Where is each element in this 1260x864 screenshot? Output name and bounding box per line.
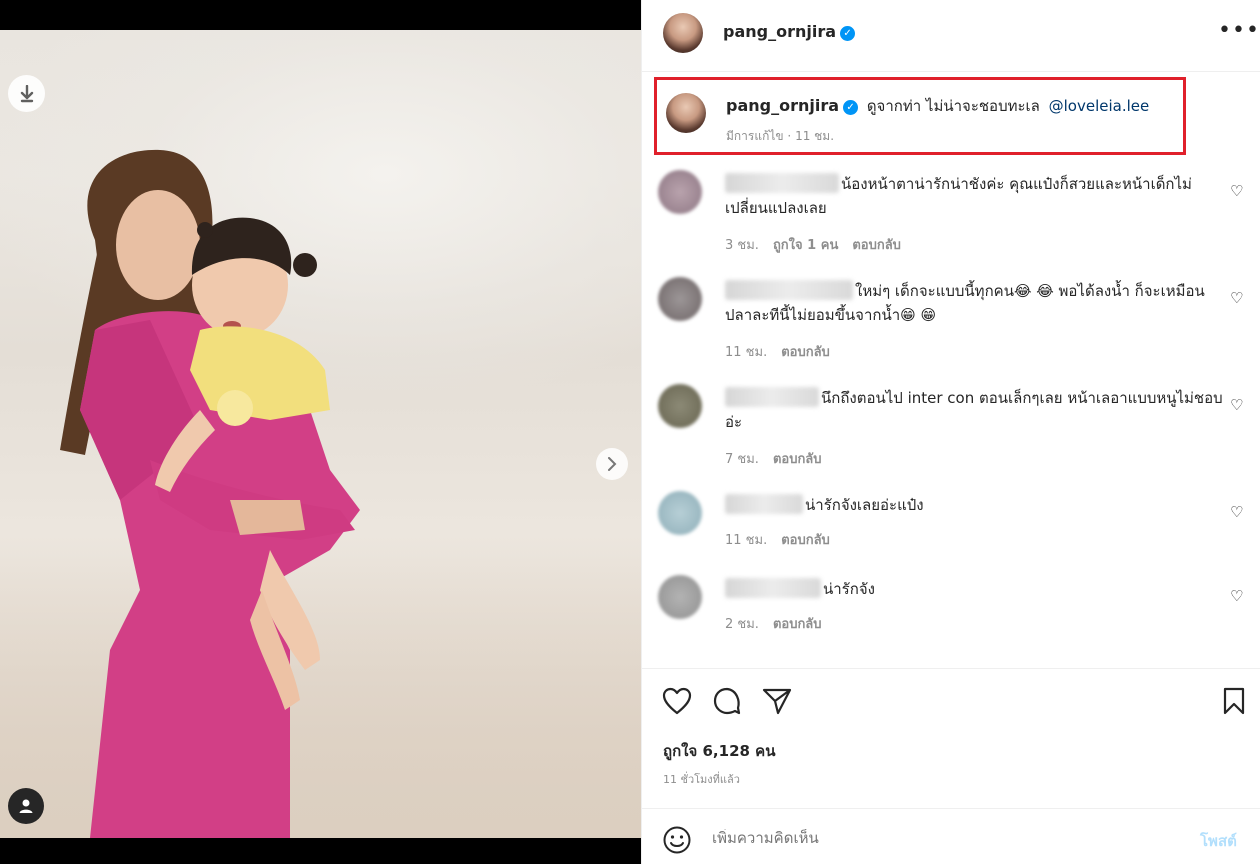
post-timestamp[interactable]: 11 ชั่วโมงที่แล้ว — [663, 770, 740, 788]
instagram-post-view: pang_ornjira ✓ ••• pang_ornjira ✓ ดูจากท่า… — [0, 0, 1260, 864]
comment-composer: โพสต์ — [642, 808, 1260, 864]
more-options-icon[interactable]: ••• — [1218, 18, 1260, 43]
comment-bubble-icon[interactable] — [711, 685, 743, 717]
comment-meta: 11 ชม. ตอบกลับ — [725, 341, 844, 362]
add-comment-input[interactable] — [712, 829, 1172, 847]
comment-body: นึกถึงตอนไป inter con ตอนเล็กๆเลย หน้าเล… — [725, 386, 1225, 434]
like-heart-icon[interactable] — [661, 685, 693, 717]
comment-text: น่ารักจังเลยอ่ะแป๋ง — [805, 496, 924, 514]
verified-badge-icon: ✓ — [840, 26, 856, 41]
comment-body: น้องหน้าตาน่ารักน่าชังค่ะ คุณแป๋งก็สวยแล… — [725, 172, 1225, 220]
save-bookmark-icon[interactable] — [1218, 685, 1250, 717]
caption-text: ดูจากท่า ไม่น่าจะชอบทะเล — [866, 97, 1040, 115]
comment-meta: 2 ชม. ตอบกลับ — [725, 613, 836, 634]
media-viewer — [0, 0, 641, 864]
commenter-avatar[interactable] — [658, 170, 702, 214]
comment-meta: 3 ชม. ถูกใจ 1 คน ตอบกลับ — [725, 234, 915, 255]
caption-line: pang_ornjira ✓ ดูจากท่า ไม่น่าจะชอบทะเล @… — [726, 94, 1149, 118]
comment-time[interactable]: 7 ชม. — [725, 452, 759, 467]
post-detail-panel: pang_ornjira ✓ ••• pang_ornjira ✓ ดูจากท่า… — [641, 0, 1260, 864]
tagged-users-button[interactable] — [8, 788, 44, 824]
commenter-avatar[interactable] — [658, 575, 702, 619]
post-header: pang_ornjira ✓ ••• — [642, 0, 1260, 72]
next-slide-button[interactable] — [596, 448, 628, 480]
caption-highlight: pang_ornjira ✓ ดูจากท่า ไม่น่าจะชอบทะเล @… — [654, 77, 1186, 155]
caption-meta: มีการแก้ไข · 11 ชม. — [726, 129, 835, 143]
emoji-smiley-icon[interactable] — [662, 825, 692, 855]
comment-text: น่ารักจัง — [823, 580, 875, 598]
author-avatar[interactable] — [663, 13, 703, 53]
download-button[interactable] — [8, 75, 45, 112]
like-comment-heart-icon[interactable]: ♡ — [1230, 182, 1243, 200]
commenter-username-blurred[interactable] — [725, 173, 839, 193]
commenter-avatar[interactable] — [658, 277, 702, 321]
edited-label: มีการแก้ไข — [726, 129, 784, 143]
user-tag-icon — [19, 799, 33, 813]
caption-author-avatar[interactable] — [666, 93, 706, 133]
reply-button[interactable]: ตอบกลับ — [773, 452, 822, 467]
commenter-username-blurred[interactable] — [725, 578, 821, 598]
commenter-username-blurred[interactable] — [725, 494, 803, 514]
post-actions-section: ถูกใจ 6,128 คน 11 ชั่วโมงที่แล้ว — [642, 668, 1260, 808]
post-comment-button[interactable]: โพสต์ — [1200, 829, 1237, 853]
commenter-avatar[interactable] — [658, 491, 702, 535]
commenter-username-blurred[interactable] — [725, 280, 853, 300]
like-comment-heart-icon[interactable]: ♡ — [1230, 503, 1243, 521]
like-count[interactable]: ถูกใจ 6,128 คน — [663, 739, 775, 763]
author-username[interactable]: pang_ornjira ✓ — [723, 22, 856, 41]
comment-meta: 11 ชม. ตอบกลับ — [725, 529, 844, 550]
download-arrow-icon — [20, 84, 33, 102]
comment-meta: 7 ชม. ตอบกลับ — [725, 448, 836, 469]
comment-likes[interactable]: ถูกใจ 1 คน — [773, 238, 838, 253]
caption-username[interactable]: pang_ornjira — [726, 96, 839, 115]
reply-button[interactable]: ตอบกลับ — [781, 345, 830, 360]
like-comment-heart-icon[interactable]: ♡ — [1230, 396, 1243, 414]
like-comment-heart-icon[interactable]: ♡ — [1230, 289, 1243, 307]
comment-time[interactable]: 11 ชม. — [725, 345, 767, 360]
caption-time[interactable]: 11 ชม. — [795, 129, 834, 143]
caption-mention-link[interactable]: @loveleia.lee — [1049, 97, 1150, 115]
commenter-username-blurred[interactable] — [725, 387, 819, 407]
post-photo[interactable] — [0, 30, 641, 838]
like-comment-heart-icon[interactable]: ♡ — [1230, 587, 1243, 605]
reply-button[interactable]: ตอบกลับ — [852, 238, 901, 253]
chevron-right-icon — [608, 457, 617, 471]
commenter-avatar[interactable] — [658, 384, 702, 428]
share-paper-plane-icon[interactable] — [761, 685, 793, 717]
reply-button[interactable]: ตอบกลับ — [781, 533, 830, 548]
verified-badge-icon: ✓ — [843, 100, 859, 115]
comment-body: น่ารักจัง — [725, 577, 1225, 601]
comment-time[interactable]: 3 ชม. — [725, 238, 759, 253]
comment-time[interactable]: 11 ชม. — [725, 533, 767, 548]
comment-body: ใหม่ๆ เด็กจะแบบนี้ทุกคน😂 😂 พอได้ลงน้ำ ก็… — [725, 279, 1215, 327]
reply-button[interactable]: ตอบกลับ — [773, 617, 822, 632]
comment-time[interactable]: 2 ชม. — [725, 617, 759, 632]
author-username-text[interactable]: pang_ornjira — [723, 22, 836, 41]
comment-body: น่ารักจังเลยอ่ะแป๋ง — [725, 493, 1225, 517]
photo-people-illustration — [60, 149, 360, 838]
